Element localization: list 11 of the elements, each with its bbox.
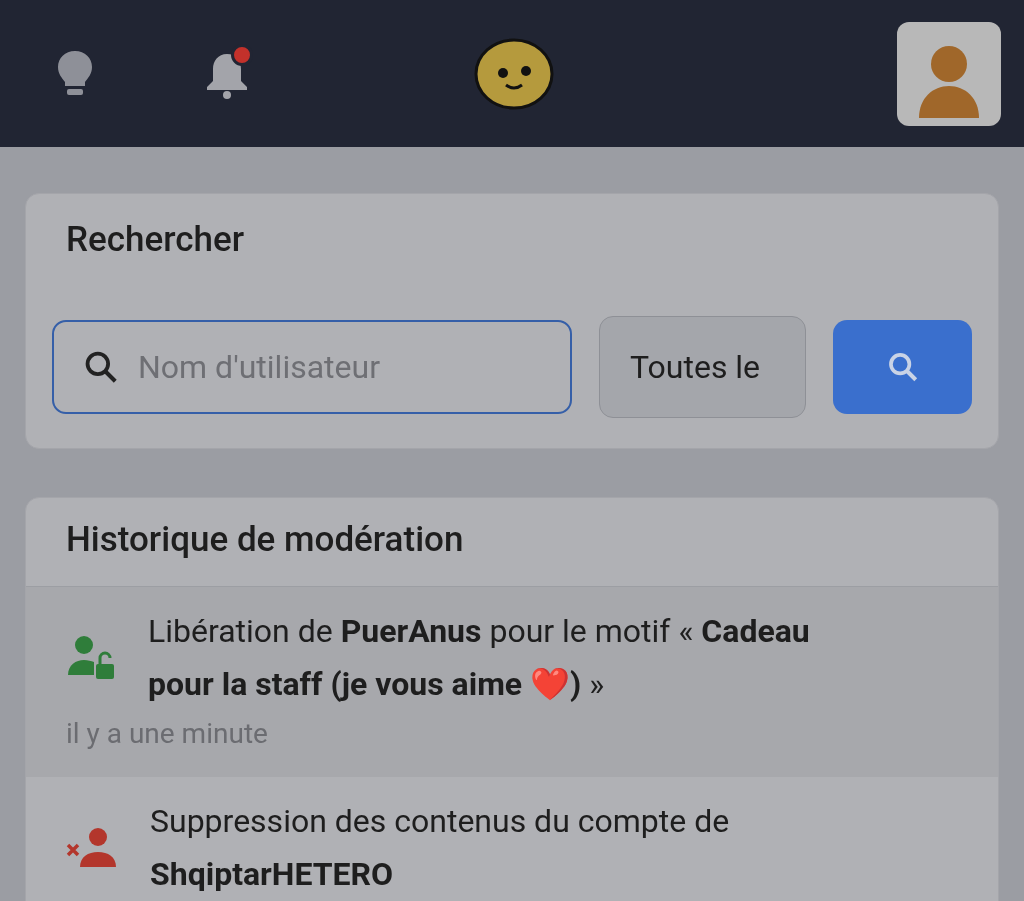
filter-select[interactable]: Toutes le <box>599 316 807 418</box>
history-entry[interactable]: Libération de PuerAnus pour le motif « Cadeau pour la staff (je vous aime ❤) » il y a une minute <box>26 587 998 777</box>
smiley-logo-icon[interactable] <box>473 36 555 111</box>
entry-text: Libération de PuerAnus pour le motif « Cadeau pour la staff (je vous aime ❤) » <box>148 611 811 705</box>
user-unlock-icon <box>66 635 116 681</box>
entry-time: il y a une minute <box>66 716 269 752</box>
entry-text: Suppression des contenus du compte de ShqiptarHETERO <box>150 801 731 895</box>
search-field[interactable]: Nom d'utilisateur <box>52 320 572 414</box>
user-remove-icon <box>66 827 118 869</box>
avatar[interactable] <box>897 21 1001 126</box>
card-title: Rechercher <box>66 218 246 262</box>
